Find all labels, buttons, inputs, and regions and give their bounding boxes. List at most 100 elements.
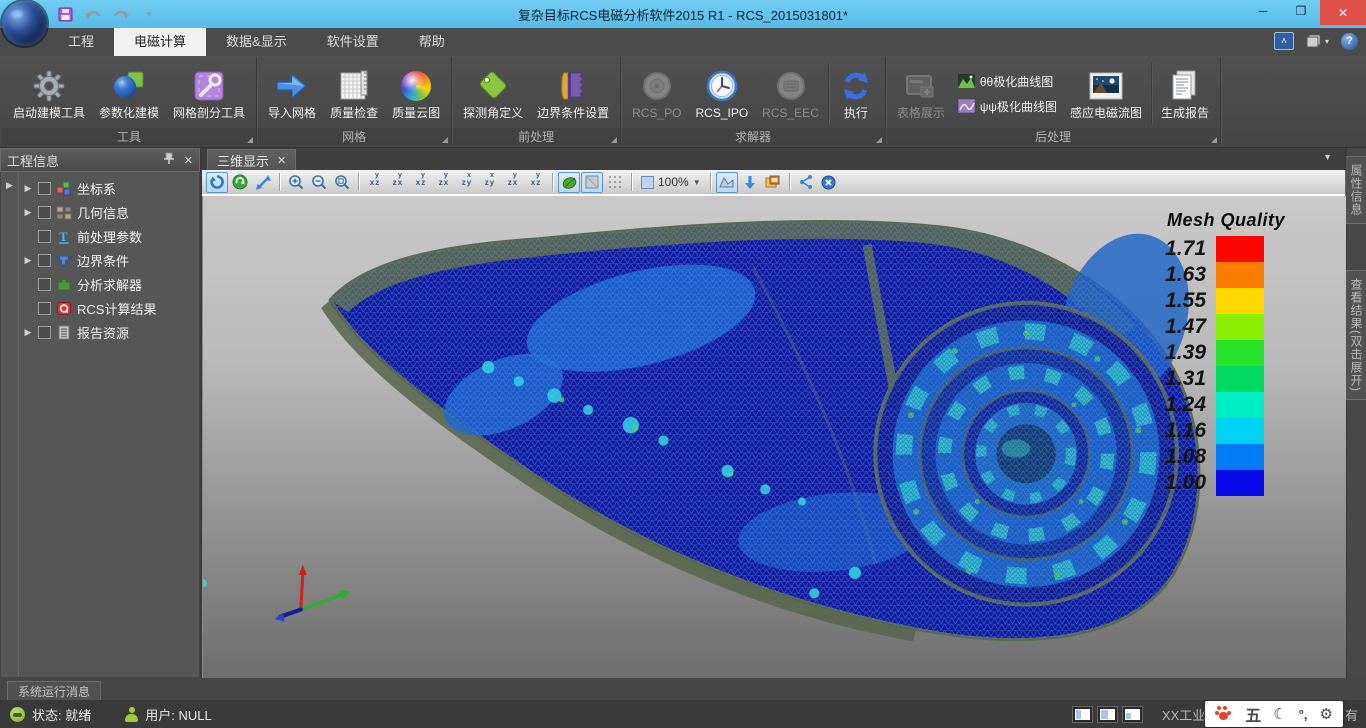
view-orientation-button-8[interactable]: xzy: [525, 172, 547, 193]
layers-button[interactable]: [762, 172, 784, 193]
root-expander-icon[interactable]: ▶: [5, 180, 15, 677]
system-messages-tab[interactable]: 系统运行消息: [7, 681, 101, 700]
boundary-condition-button[interactable]: 边界条件设置: [530, 64, 616, 123]
checkbox[interactable]: [38, 278, 51, 291]
group-expand-icon[interactable]: [442, 137, 448, 143]
minimize-button[interactable]: ─: [1244, 0, 1282, 22]
ime-settings-gear-icon[interactable]: ⚙: [1320, 705, 1333, 723]
zoom-fit-button[interactable]: [331, 172, 353, 193]
probe-angle-button[interactable]: 探测角定义: [456, 64, 530, 123]
view-orientation-button-1[interactable]: xzy: [364, 172, 386, 193]
checkbox[interactable]: [38, 254, 51, 267]
ribbon-tab-project[interactable]: 工程: [48, 28, 114, 56]
ribbon-tab-help[interactable]: 帮助: [399, 28, 465, 56]
generate-report-button[interactable]: 生成报告: [1154, 64, 1216, 123]
psi-polarization-curve-button[interactable]: ψψ极化曲线图: [952, 97, 1063, 116]
help-icon[interactable]: ?: [1341, 33, 1358, 50]
group-expand-icon[interactable]: [876, 137, 882, 143]
zoom-level-control[interactable]: 100% ▼: [637, 175, 705, 189]
zoom-out-button[interactable]: [308, 172, 330, 193]
legend-swatch: [1216, 418, 1264, 444]
view-orientation-button-2[interactable]: zxy: [387, 172, 409, 193]
group-expand-icon[interactable]: [1211, 137, 1217, 143]
solver-rcs-ipo-button[interactable]: RCS_IPO: [688, 64, 755, 123]
tree-item-boundary-conditions[interactable]: ▶ 边界条件: [19, 248, 199, 272]
view-orientation-button-4[interactable]: zxy: [433, 172, 455, 193]
checkbox[interactable]: [38, 206, 51, 219]
cancel-close-button[interactable]: [818, 172, 840, 193]
svg-text:T: T: [59, 229, 68, 244]
wireframe-dots-button[interactable]: [604, 172, 626, 193]
pin-icon[interactable]: [164, 152, 174, 168]
ime-input-mode-button[interactable]: 五: [1245, 702, 1261, 726]
layout-bottom-panel-icon[interactable]: [1123, 707, 1142, 722]
expander-icon[interactable]: ▶: [23, 255, 33, 266]
checkbox[interactable]: [38, 230, 51, 243]
table-display-button[interactable]: 表格展示: [890, 64, 952, 123]
button-label: 网格剖分工具: [173, 106, 245, 121]
zoom-in-button[interactable]: [285, 172, 307, 193]
tree-item-coordinate-system[interactable]: ▶ 坐标系: [19, 176, 199, 200]
properties-info-tab[interactable]: 属性信息: [1345, 156, 1366, 224]
meshing-tool-button[interactable]: 网格剖分工具: [166, 64, 252, 123]
tab-close-icon[interactable]: ✕: [277, 154, 286, 167]
expander-icon[interactable]: ▶: [23, 327, 33, 338]
drop-down-arrow-button[interactable]: [739, 172, 761, 193]
tree-item-preprocess-params[interactable]: T 前处理参数: [19, 224, 199, 248]
viewport-3d[interactable]: Mesh Quality 1.71 1.63 1.55 1.47: [202, 196, 1346, 678]
ribbon-tab-em-compute[interactable]: 电磁计算: [114, 28, 206, 56]
launch-modeling-tool-button[interactable]: 启动建模工具: [6, 64, 92, 123]
zoom-level-dropdown-icon[interactable]: ▼: [693, 178, 701, 187]
tab-3d-display[interactable]: 三维显示 ✕: [207, 149, 296, 170]
ribbon-tab-data-display[interactable]: 数据&显示: [206, 28, 307, 56]
legend-row: 1.00: [1150, 470, 1302, 496]
tab-list-dropdown-icon[interactable]: ▼: [1323, 152, 1332, 162]
view-orientation-button-5[interactable]: zyx: [456, 172, 478, 193]
ribbon-collapse-button[interactable]: ˄: [1274, 32, 1294, 50]
checkbox[interactable]: [38, 302, 51, 315]
pan-arrow-button[interactable]: [252, 172, 274, 193]
quality-cloud-map-button[interactable]: 质量云图: [385, 64, 447, 123]
execute-button[interactable]: 执行: [831, 64, 881, 123]
app-logo-icon[interactable]: [2, 1, 47, 46]
panel-close-icon[interactable]: ✕: [184, 154, 193, 167]
shaded-view-button[interactable]: [581, 172, 603, 193]
window-list-button[interactable]: ▾: [1306, 34, 1329, 48]
tree-item-analysis-solver[interactable]: 分析求解器: [19, 272, 199, 296]
checkbox[interactable]: [38, 182, 51, 195]
region-select-button[interactable]: [716, 172, 738, 193]
view-orientation-button-3[interactable]: xzy: [410, 172, 432, 193]
group-expand-icon[interactable]: [611, 137, 617, 143]
tree-item-report-resources[interactable]: ▶ 报告资源: [19, 320, 199, 344]
checkbox[interactable]: [38, 326, 51, 339]
ribbon: 启动建模工具 参数化建模: [0, 56, 1366, 148]
layout-split-panel-icon[interactable]: [1098, 707, 1117, 722]
expander-icon[interactable]: ▶: [23, 207, 33, 218]
ime-punctuation-button[interactable]: °,: [1299, 707, 1308, 722]
view-results-tab[interactable]: 查看结果(双击展开): [1345, 270, 1366, 400]
ime-halfwidth-moon-icon[interactable]: ☾: [1273, 705, 1286, 723]
maximize-button[interactable]: ❐: [1282, 0, 1320, 22]
ime-logo-paw-icon[interactable]: [1215, 706, 1233, 722]
share-nodes-button[interactable]: [795, 172, 817, 193]
expander-icon[interactable]: ▶: [23, 183, 33, 194]
refresh-view-button[interactable]: [229, 172, 251, 193]
tree-item-rcs-results[interactable]: RCS计算结果: [19, 296, 199, 320]
layout-left-panel-icon[interactable]: [1073, 707, 1092, 722]
tree-item-geometry-info[interactable]: ▶ 几何信息: [19, 200, 199, 224]
close-button[interactable]: ✕: [1320, 0, 1366, 25]
solver-rcs-po-button[interactable]: RCS_PO: [625, 64, 688, 123]
quality-check-button[interactable]: 质量检查: [323, 64, 385, 123]
ribbon-tab-settings[interactable]: 软件设置: [307, 28, 399, 56]
import-mesh-button[interactable]: 导入网格: [261, 64, 323, 123]
view-orientation-button-7[interactable]: zxy: [502, 172, 524, 193]
orbit-rotate-button[interactable]: [206, 172, 228, 193]
theta-polarization-curve-button[interactable]: θθ极化曲线图: [952, 72, 1063, 91]
view-orientation-button-6[interactable]: zyx: [479, 172, 501, 193]
parametric-modeling-button[interactable]: 参数化建模: [92, 64, 166, 123]
legend-swatch: [1216, 366, 1264, 392]
induced-current-map-button[interactable]: 感应电磁流图: [1063, 64, 1149, 123]
smooth-shading-button[interactable]: [558, 172, 580, 193]
solver-rcs-eec-button[interactable]: RCS_EEC: [755, 64, 826, 123]
group-expand-icon[interactable]: [247, 137, 253, 143]
